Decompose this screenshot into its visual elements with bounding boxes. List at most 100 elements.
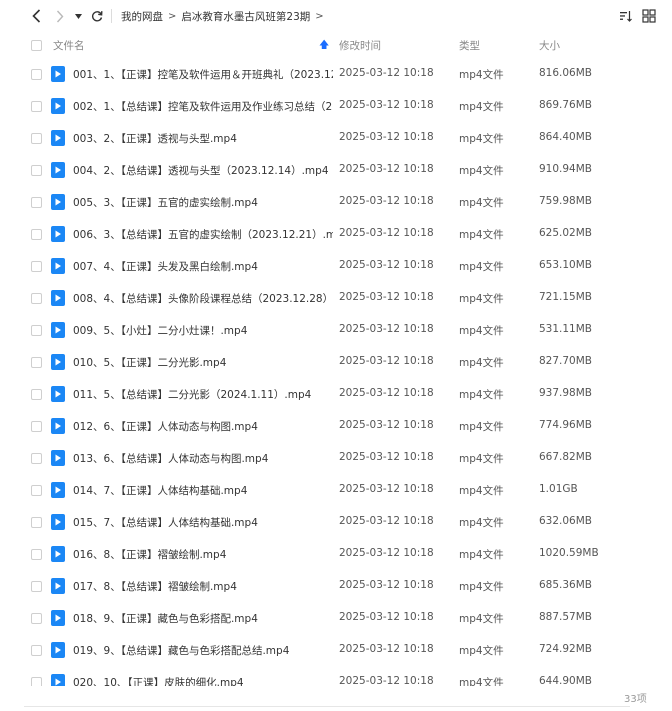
row-checkbox[interactable]: [31, 517, 42, 528]
file-type: mp4文件: [459, 485, 504, 497]
column-header-name[interactable]: 文件名: [53, 38, 85, 53]
table-row[interactable]: 014、7、【正课】人体结构基础.mp4 2025-03-12 10:18 mp4文…: [0, 474, 672, 506]
file-type: mp4文件: [459, 101, 504, 113]
file-name[interactable]: 017、8、【总结课】褶皱绘制.mp4: [73, 579, 333, 594]
table-row[interactable]: 020、10、【正课】皮肤的细化.mp4 2025-03-12 10:18 mp4文…: [0, 666, 672, 686]
row-checkbox[interactable]: [31, 581, 42, 592]
sort-ascending-icon[interactable]: 🡅: [319, 38, 329, 55]
table-row[interactable]: 003、2、【正课】透视与头型.mp4 2025-03-12 10:18 mp4文件…: [0, 122, 672, 154]
sort-icon[interactable]: [619, 9, 633, 23]
file-modified: 2025-03-12 10:18: [339, 195, 434, 207]
file-name[interactable]: 006、3、【总结课】五官的虚实绘制（2023.12.21）.mp4: [73, 227, 333, 242]
table-row[interactable]: 007、4、【正课】头发及黑白绘制.mp4 2025-03-12 10:18 mp4…: [0, 250, 672, 282]
file-size: 644.90MB: [539, 675, 593, 686]
caret-down-icon[interactable]: [73, 8, 83, 24]
row-checkbox[interactable]: [31, 133, 42, 144]
row-checkbox[interactable]: [31, 101, 42, 112]
file-name[interactable]: 007、4、【正课】头发及黑白绘制.mp4: [73, 259, 333, 274]
row-checkbox[interactable]: [31, 357, 42, 368]
file-name[interactable]: 002、1、【总结课】控笔及软件运用及作业练习总结（2...: [73, 99, 333, 114]
file-type: mp4文件: [459, 293, 504, 305]
file-size: 864.40MB: [539, 131, 593, 143]
video-file-icon: [51, 322, 65, 338]
row-checkbox[interactable]: [31, 645, 42, 656]
table-row[interactable]: 011、5、【总结课】二分光影（2024.1.11）.mp4 2025-03-12…: [0, 378, 672, 410]
chevron-right-icon[interactable]: >: [315, 11, 323, 22]
row-checkbox[interactable]: [31, 229, 42, 240]
table-row[interactable]: 016、8、【正课】褶皱绘制.mp4 2025-03-12 10:18 mp4文件 1…: [0, 538, 672, 570]
file-name[interactable]: 016、8、【正课】褶皱绘制.mp4: [73, 547, 333, 562]
table-row[interactable]: 008、4、【总结课】头像阶段课程总结（2023.12.28）.... 2025-…: [0, 282, 672, 314]
file-type: mp4文件: [459, 549, 504, 561]
table-row[interactable]: 001、1、【正课】控笔及软件运用＆开班典礼（2023.12.... 2025-0…: [0, 58, 672, 90]
file-name[interactable]: 015、7、【总结课】人体结构基础.mp4: [73, 515, 333, 530]
select-all-checkbox[interactable]: [31, 40, 42, 51]
table-row[interactable]: 012、6、【正课】人体动态与构图.mp4 2025-03-12 10:18 mp4…: [0, 410, 672, 442]
row-checkbox[interactable]: [31, 165, 42, 176]
file-modified: 2025-03-12 10:18: [339, 515, 434, 527]
row-checkbox[interactable]: [31, 197, 42, 208]
breadcrumb-item-folder[interactable]: 启冰教育水墨古风班第23期: [181, 9, 310, 24]
video-file-icon: [51, 354, 65, 370]
file-modified: 2025-03-12 10:18: [339, 355, 434, 367]
table-row[interactable]: 009、5、【小灶】二分小灶课！.mp4 2025-03-12 10:18 mp4文…: [0, 314, 672, 346]
row-checkbox[interactable]: [31, 613, 42, 624]
row-checkbox[interactable]: [31, 549, 42, 560]
file-modified: 2025-03-12 10:18: [339, 99, 434, 111]
file-modified: 2025-03-12 10:18: [339, 579, 434, 591]
column-header-modified[interactable]: 修改时间: [339, 38, 381, 53]
file-name[interactable]: 012、6、【正课】人体动态与构图.mp4: [73, 419, 333, 434]
video-file-icon: [51, 514, 65, 530]
file-name[interactable]: 001、1、【正课】控笔及软件运用＆开班典礼（2023.12....: [73, 67, 333, 82]
video-file-icon: [51, 610, 65, 626]
table-header: 文件名 🡅 修改时间 类型 大小: [0, 32, 672, 58]
row-checkbox[interactable]: [31, 261, 42, 272]
table-row[interactable]: 018、9、【正课】藏色与色彩搭配.mp4 2025-03-12 10:18 mp4…: [0, 602, 672, 634]
file-name[interactable]: 004、2、【总结课】透视与头型（2023.12.14）.mp4: [73, 163, 333, 178]
file-type: mp4文件: [459, 261, 504, 273]
file-name[interactable]: 019、9、【总结课】藏色与色彩搭配总结.mp4: [73, 643, 333, 658]
file-name[interactable]: 005、3、【正课】五官的虚实绘制.mp4: [73, 195, 333, 210]
file-name[interactable]: 003、2、【正课】透视与头型.mp4: [73, 131, 333, 146]
file-name[interactable]: 011、5、【总结课】二分光影（2024.1.11）.mp4: [73, 387, 333, 402]
file-name[interactable]: 008、4、【总结课】头像阶段课程总结（2023.12.28）....: [73, 291, 333, 306]
row-checkbox[interactable]: [31, 485, 42, 496]
row-checkbox[interactable]: [31, 421, 42, 432]
table-row[interactable]: 006、3、【总结课】五官的虚实绘制（2023.12.21）.mp4 2025-0…: [0, 218, 672, 250]
table-row[interactable]: 019、9、【总结课】藏色与色彩搭配总结.mp4 2025-03-12 10:18…: [0, 634, 672, 666]
file-type: mp4文件: [459, 453, 504, 465]
file-type: mp4文件: [459, 645, 504, 657]
column-header-type[interactable]: 类型: [459, 38, 480, 53]
file-name[interactable]: 010、5、【正课】二分光影.mp4: [73, 355, 333, 370]
video-file-icon: [51, 386, 65, 402]
file-modified: 2025-03-12 10:18: [339, 611, 434, 623]
file-modified: 2025-03-12 10:18: [339, 675, 434, 686]
row-checkbox[interactable]: [31, 389, 42, 400]
table-row[interactable]: 017、8、【总结课】褶皱绘制.mp4 2025-03-12 10:18 mp4文件…: [0, 570, 672, 602]
row-checkbox[interactable]: [31, 293, 42, 304]
file-list[interactable]: 001、1、【正课】控笔及软件运用＆开班典礼（2023.12.... 2025-0…: [0, 58, 672, 686]
table-row[interactable]: 002、1、【总结课】控笔及软件运用及作业练习总结（2... 2025-03-12…: [0, 90, 672, 122]
column-header-size[interactable]: 大小: [539, 38, 560, 53]
row-checkbox[interactable]: [31, 325, 42, 336]
file-name[interactable]: 020、10、【正课】皮肤的细化.mp4: [73, 675, 333, 686]
table-row[interactable]: 013、6、【总结课】人体动态与构图.mp4 2025-03-12 10:18 mp…: [0, 442, 672, 474]
table-row[interactable]: 015、7、【总结课】人体结构基础.mp4 2025-03-12 10:18 mp4…: [0, 506, 672, 538]
grid-view-icon[interactable]: [642, 9, 656, 23]
file-name[interactable]: 013、6、【总结课】人体动态与构图.mp4: [73, 451, 333, 466]
row-checkbox[interactable]: [31, 453, 42, 464]
row-checkbox[interactable]: [31, 69, 42, 80]
chevron-left-icon[interactable]: [28, 8, 44, 24]
table-row[interactable]: 010、5、【正课】二分光影.mp4 2025-03-12 10:18 mp4文件 8…: [0, 346, 672, 378]
file-name[interactable]: 014、7、【正课】人体结构基础.mp4: [73, 483, 333, 498]
refresh-icon[interactable]: [89, 8, 105, 24]
file-name[interactable]: 018、9、【正课】藏色与色彩搭配.mp4: [73, 611, 333, 626]
breadcrumb-item-root[interactable]: 我的网盘: [121, 9, 163, 24]
chevron-right-icon[interactable]: [53, 8, 67, 24]
table-row[interactable]: 004、2、【总结课】透视与头型（2023.12.14）.mp4 2025-03-…: [0, 154, 672, 186]
file-name[interactable]: 009、5、【小灶】二分小灶课！.mp4: [73, 323, 333, 338]
file-type: mp4文件: [459, 517, 504, 529]
row-checkbox[interactable]: [31, 677, 42, 686]
video-file-icon: [51, 162, 65, 178]
table-row[interactable]: 005、3、【正课】五官的虚实绘制.mp4 2025-03-12 10:18 mp4…: [0, 186, 672, 218]
